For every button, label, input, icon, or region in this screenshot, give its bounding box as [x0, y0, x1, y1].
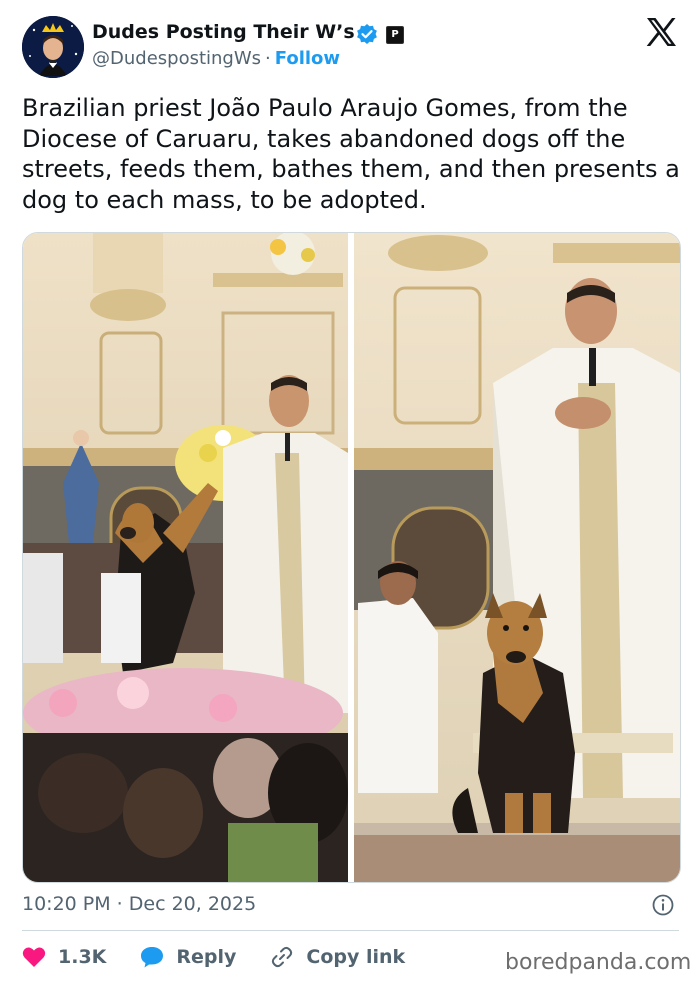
x-logo-icon[interactable] — [645, 17, 677, 47]
watermark: boredpanda.com — [505, 950, 692, 975]
divider — [22, 930, 679, 931]
author-handle[interactable]: @DudespostingWs — [92, 48, 261, 69]
info-icon[interactable] — [652, 894, 674, 916]
copy-link-label: Copy link — [306, 946, 406, 968]
reply-button[interactable]: Reply — [140, 946, 236, 968]
avatar[interactable] — [22, 16, 84, 78]
follow-button[interactable]: Follow — [275, 48, 340, 69]
left-photo — [23, 233, 348, 882]
link-icon — [272, 946, 293, 968]
separator: · — [265, 48, 271, 69]
author-handle-line: @DudespostingWs · Follow — [92, 48, 340, 69]
tweet-card: Dudes Posting Their W’s P @DudespostingW… — [0, 0, 700, 984]
author-name[interactable]: Dudes Posting Their W’s — [92, 21, 355, 43]
copy-link-button[interactable]: Copy link — [270, 945, 405, 969]
post-timestamp[interactable]: 10:20 PM · Dec 20, 2025 — [22, 893, 256, 915]
post-media-photo[interactable] — [22, 232, 681, 883]
heart-icon — [22, 947, 46, 967]
right-photo — [354, 233, 680, 882]
post-text: Brazilian priest João Paulo Araujo Gomes… — [22, 94, 680, 214]
verified-badge-icon — [357, 24, 377, 44]
reply-label: Reply — [176, 946, 237, 968]
reply-bubble-icon — [141, 947, 164, 968]
like-count: 1.3K — [58, 946, 107, 968]
action-bar: 1.3K Reply Copy link — [22, 943, 439, 971]
photo-gap — [349, 233, 354, 882]
like-button[interactable]: 1.3K — [22, 946, 106, 968]
affiliate-badge-icon: P — [386, 26, 404, 44]
